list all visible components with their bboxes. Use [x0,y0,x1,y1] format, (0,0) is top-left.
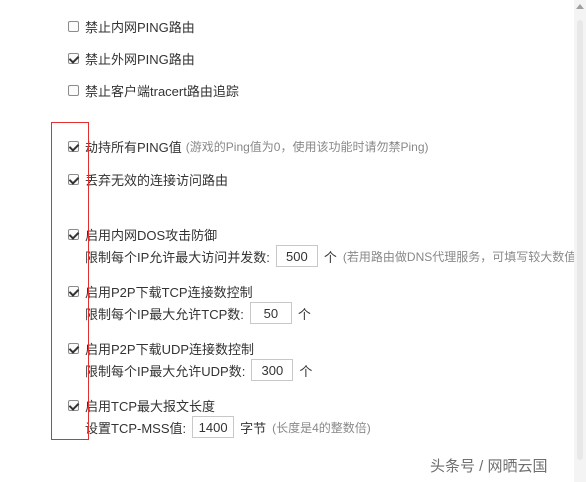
option-drop-invalid[interactable]: 丢弃无效的连接访问路由 [68,171,229,188]
dos-limit-label: 限制每个IP允许最大访问并发数: [85,249,270,265]
option-label: 启用P2P下载UDP连接数控制 [85,341,255,357]
option-label: 启用内网DOS攻击防御 [85,227,218,243]
checkbox-block-internal-ping[interactable] [68,20,79,32]
tcp-limit-label: 限制每个IP最大允许TCP数: [85,306,244,322]
mss-input[interactable]: 1400 [192,416,235,438]
checkbox-block-tracert[interactable] [68,84,79,96]
option-label: 启用TCP最大报文长度 [85,398,216,414]
mss-row: 设置TCP-MSS值: 1400 字节 (长度是4的整数倍) [85,415,371,439]
scroll-up-arrow-icon[interactable] [576,4,584,9]
scrollbar-thumb[interactable] [577,20,583,460]
udp-limit-input[interactable]: 300 [251,359,294,381]
option-label: 禁止内网PING路由 [85,19,195,35]
dos-limit-unit: 个 [323,249,337,265]
mss-hint: (长度是4的整数倍) [272,420,371,435]
highlight-box [51,122,89,440]
option-label: 启用P2P下载TCP连接数控制 [85,284,253,300]
option-block-internal-ping[interactable]: 禁止内网PING路由 [68,18,195,35]
option-label: 禁止客户端tracert路由追踪 [85,83,239,99]
option-hint: (游戏的Ping值为0，使用该功能时请勿禁Ping) [185,139,429,154]
option-block-external-ping[interactable]: 禁止外网PING路由 [68,50,195,67]
mss-label: 设置TCP-MSS值: [85,420,187,436]
option-label: 丢弃无效的连接访问路由 [85,172,229,188]
checkbox-block-external-ping[interactable] [68,52,79,64]
mss-unit: 字节 [240,420,267,436]
udp-limit-label: 限制每个IP最大允许UDP数: [85,363,246,379]
option-hijack-ping[interactable]: 劫持所有PING值 (游戏的Ping值为0，使用该功能时请勿禁Ping) [68,138,429,155]
option-dos-defense[interactable]: 启用内网DOS攻击防御 [68,226,218,243]
option-tcp-mss[interactable]: 启用TCP最大报文长度 [68,397,216,414]
option-p2p-udp[interactable]: 启用P2P下载UDP连接数控制 [68,340,255,357]
watermark: 头条号 / 网晒云国 [430,458,548,475]
option-p2p-tcp[interactable]: 启用P2P下载TCP连接数控制 [68,283,253,300]
tcp-limit-row: 限制每个IP最大允许TCP数: 50 个 [85,301,317,325]
udp-limit-unit: 个 [299,363,313,379]
option-block-tracert[interactable]: 禁止客户端tracert路由追踪 [68,82,239,99]
udp-limit-row: 限制每个IP最大允许UDP数: 300 个 [85,358,318,382]
option-label: 禁止外网PING路由 [85,51,195,67]
option-label: 劫持所有PING值 [85,139,182,155]
dos-limit-hint: (若用路由做DNS代理服务，可填写较大数值) [342,249,581,264]
dos-limit-row: 限制每个IP允许最大访问并发数: 500 个 (若用路由做DNS代理服务，可填写… [85,244,580,268]
dos-limit-input[interactable]: 500 [275,245,318,267]
tcp-limit-unit: 个 [297,306,311,322]
tcp-limit-input[interactable]: 50 [249,302,292,324]
